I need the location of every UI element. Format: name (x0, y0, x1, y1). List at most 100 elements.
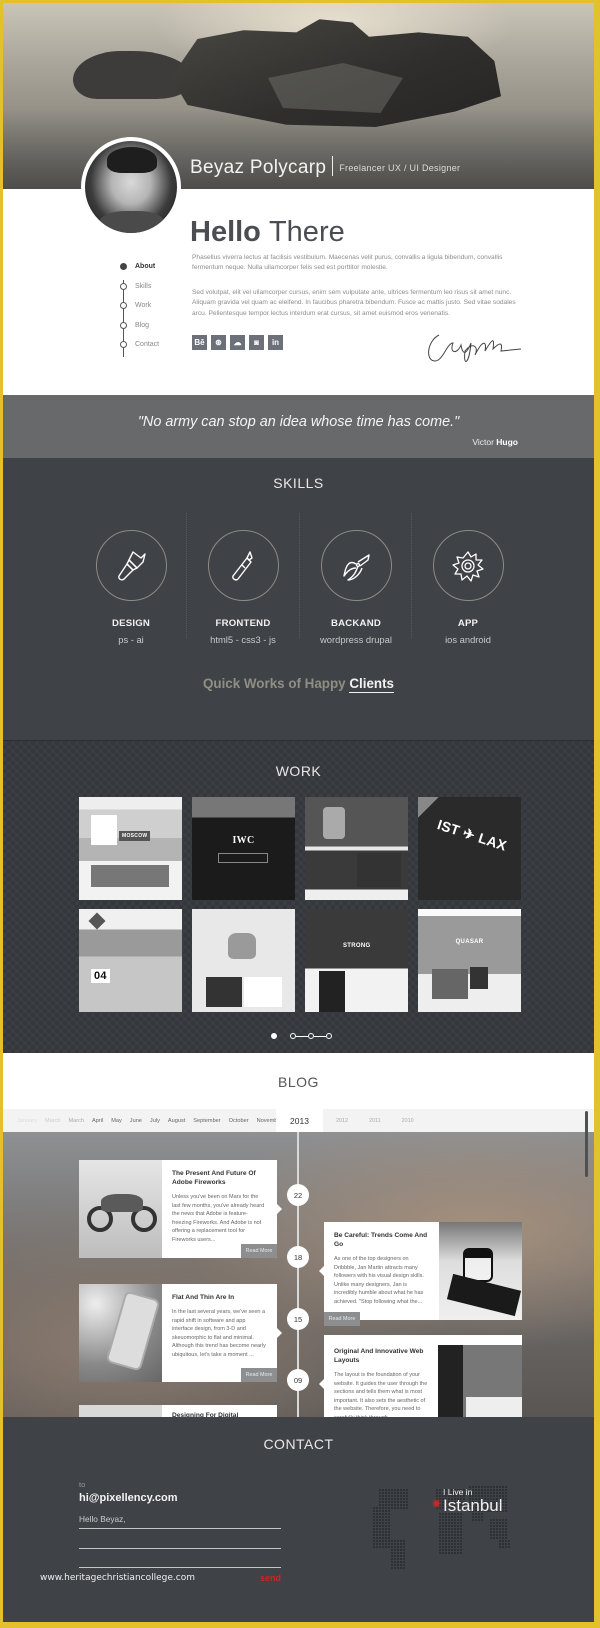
skill-item: FRONTEND html5 - css3 - js (187, 530, 299, 645)
avatar (81, 137, 181, 237)
input-underline[interactable] (79, 1548, 281, 1549)
contact-email[interactable]: hi@pixellency.com (79, 1492, 178, 1504)
nav-dot-icon (120, 263, 127, 270)
month-link[interactable]: August (168, 1118, 185, 1124)
cloud-icon[interactable]: ☁ (230, 335, 245, 350)
month-link[interactable]: September (193, 1118, 220, 1124)
nav-dot-icon (120, 341, 127, 348)
skill-item: APP ios android (412, 530, 524, 645)
blog-post-card: Original And Innovative Web Layouts The … (319, 1335, 522, 1417)
post-title[interactable]: Original And Innovative Web Layouts (334, 1347, 428, 1365)
year-link[interactable]: 2012 (336, 1118, 348, 1124)
blog-post-card: The Present And Future Of Adobe Firework… (79, 1160, 282, 1258)
location-pin-icon (434, 1501, 439, 1506)
timeline-bar: January March March April May June July … (3, 1109, 594, 1132)
post-image (438, 1345, 522, 1417)
behance-icon[interactable]: Bē (192, 335, 207, 350)
timeline-date-node[interactable]: 18 (287, 1246, 309, 1268)
month-link[interactable]: June (130, 1118, 142, 1124)
read-more-button[interactable]: Read More (241, 1244, 277, 1258)
skill-subtitle: wordpress drupal (320, 634, 392, 645)
post-excerpt: In the last several years, we've seen a … (172, 1309, 266, 1358)
quote-banner: "No army can stop an idea whose time has… (3, 395, 594, 458)
post-title[interactable]: Be Careful: Trends Come And Go (334, 1231, 429, 1249)
pager-dot[interactable] (326, 1033, 332, 1039)
message-field[interactable]: Hello Beyaz, (79, 1514, 126, 1524)
work-thumbnail[interactable]: QUASAR (418, 909, 521, 1012)
blog-post-card: Designing For Digital (79, 1405, 277, 1417)
month-link[interactable]: October (229, 1118, 249, 1124)
month-list: January March March April May June July … (17, 1109, 282, 1132)
post-excerpt: As one of the top designers on Dribbble,… (334, 1256, 424, 1305)
location-label: I Live in Istanbul (443, 1487, 503, 1515)
month-link[interactable]: March (68, 1118, 84, 1124)
social-links: Bē ⊛ ☁ ◙ in (192, 335, 283, 350)
nav-item-contact[interactable]: Contact (119, 340, 179, 360)
blog-post-card: Be Careful: Trends Come And Go As one of… (319, 1222, 522, 1326)
section-title: BLOG (278, 1074, 319, 1090)
read-more-button[interactable]: Read More (241, 1368, 277, 1382)
skill-subtitle: ios android (445, 634, 491, 645)
section-nav: About Skills Work Blog Contact (119, 262, 179, 360)
work-grid: MOSCOW IWC IST ✈ LAX 04 STRONG QUASAR (79, 797, 521, 1012)
city-name: Istanbul (443, 1496, 503, 1515)
work-thumbnail[interactable]: IWC (192, 797, 295, 900)
timeline-date-node[interactable]: 22 (287, 1184, 309, 1206)
send-button[interactable]: send (260, 1573, 281, 1583)
year-link[interactable]: 2010 (402, 1118, 414, 1124)
avatar-photo (85, 141, 177, 233)
work-thumbnail[interactable] (192, 909, 295, 1012)
read-more-button[interactable]: Read More (324, 1312, 360, 1326)
skills-section: SKILLS DESIGN ps - ai FRONTEND html5 - c… (3, 458, 594, 740)
skill-title: APP (457, 618, 479, 629)
post-excerpt: Unless you've been on Mars for the last … (172, 1194, 265, 1243)
footer-url: www.heritagechristiancollege.com (40, 1573, 195, 1583)
page-title: Hello There (190, 216, 345, 248)
skill-icon-circle (207, 530, 279, 601)
input-underline[interactable] (79, 1567, 281, 1568)
skill-title: BACKAND (331, 618, 381, 629)
section-title: WORK (275, 763, 322, 779)
year-selected[interactable]: 2013 (276, 1109, 323, 1132)
work-thumbnail[interactable]: MOSCOW (79, 797, 182, 900)
skill-subtitle: html5 - css3 - js (210, 634, 276, 645)
pliers-icon (343, 553, 370, 581)
nav-item-skills[interactable]: Skills (119, 282, 179, 302)
linkedin-icon[interactable]: in (268, 335, 283, 350)
saw-blade-icon (452, 550, 484, 582)
timeline-date-node[interactable]: 15 (287, 1308, 309, 1330)
nav-item-about[interactable]: About (119, 262, 179, 282)
month-link[interactable]: January (17, 1118, 37, 1124)
clients-link[interactable]: Clients (349, 676, 394, 693)
month-link[interactable]: April (92, 1118, 103, 1124)
post-title[interactable]: The Present And Future Of Adobe Firework… (172, 1169, 267, 1187)
year-link[interactable]: 2011 (369, 1118, 381, 1124)
instagram-icon[interactable]: ◙ (249, 335, 264, 350)
nav-item-work[interactable]: Work (119, 301, 179, 321)
work-thumbnail[interactable]: IST ✈ LAX (418, 797, 521, 900)
input-underline[interactable] (79, 1528, 281, 1529)
work-thumbnail[interactable]: 04 (79, 909, 182, 1012)
profile-name: Beyaz Polycarp Freelancer UX / UI Designe… (190, 156, 460, 179)
cutter-knife-icon (232, 550, 253, 580)
timeline-date-node[interactable]: 09 (287, 1369, 309, 1391)
month-link[interactable]: March (45, 1118, 61, 1124)
blog-post-card: Flat And Thin Are In In the last several… (79, 1284, 282, 1382)
skill-title: DESIGN (112, 618, 150, 629)
blog-scrollbar[interactable] (585, 1111, 588, 1177)
month-link[interactable]: May (111, 1118, 122, 1124)
skill-item: DESIGN ps - ai (75, 530, 187, 645)
page: Beyaz Polycarp Freelancer UX / UI Designe… (3, 3, 594, 1622)
work-thumbnail[interactable] (305, 797, 408, 900)
dribbble-icon[interactable]: ⊛ (211, 335, 226, 350)
section-title: CONTACT (263, 1436, 334, 1452)
profile-role: Freelancer UX / UI Designer (339, 163, 461, 173)
post-title[interactable]: Flat And Thin Are In (172, 1293, 267, 1302)
work-thumbnail[interactable]: STRONG (305, 909, 408, 1012)
quote-text: "No army can stop an idea whose time has… (137, 414, 460, 430)
signature-image (428, 334, 522, 362)
pager-dot[interactable] (271, 1033, 277, 1039)
nav-item-blog[interactable]: Blog (119, 321, 179, 341)
nav-dot-icon (120, 282, 127, 290)
month-link[interactable]: July (150, 1118, 160, 1124)
